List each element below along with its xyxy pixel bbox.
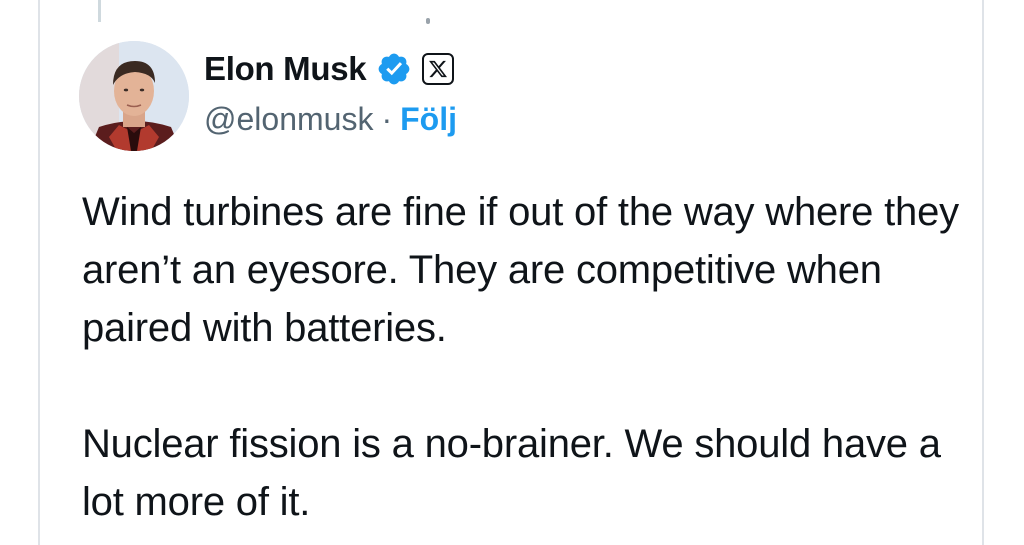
author-handle-row: @elonmusk · Följ bbox=[204, 98, 457, 140]
follow-button[interactable]: Följ bbox=[400, 101, 457, 138]
avatar-photo bbox=[79, 41, 189, 151]
tweet-paragraph: Wind turbines are fine if out of the way… bbox=[82, 190, 959, 350]
x-logo-icon bbox=[422, 53, 455, 85]
verified-badge-icon bbox=[376, 51, 412, 87]
author-name-row: Elon Musk bbox=[204, 48, 455, 90]
author-avatar[interactable] bbox=[79, 41, 189, 151]
tweet-body: Wind turbines are fine if out of the way… bbox=[82, 183, 982, 531]
previous-tweet-fragment bbox=[426, 18, 430, 24]
tweet-paragraph: Nuclear fission is a no-brainer. We shou… bbox=[82, 422, 941, 524]
author-handle[interactable]: @elonmusk bbox=[204, 101, 373, 138]
author-display-name[interactable]: Elon Musk bbox=[204, 50, 367, 88]
thread-connector-line bbox=[98, 0, 101, 22]
handle-separator: · bbox=[381, 100, 393, 137]
